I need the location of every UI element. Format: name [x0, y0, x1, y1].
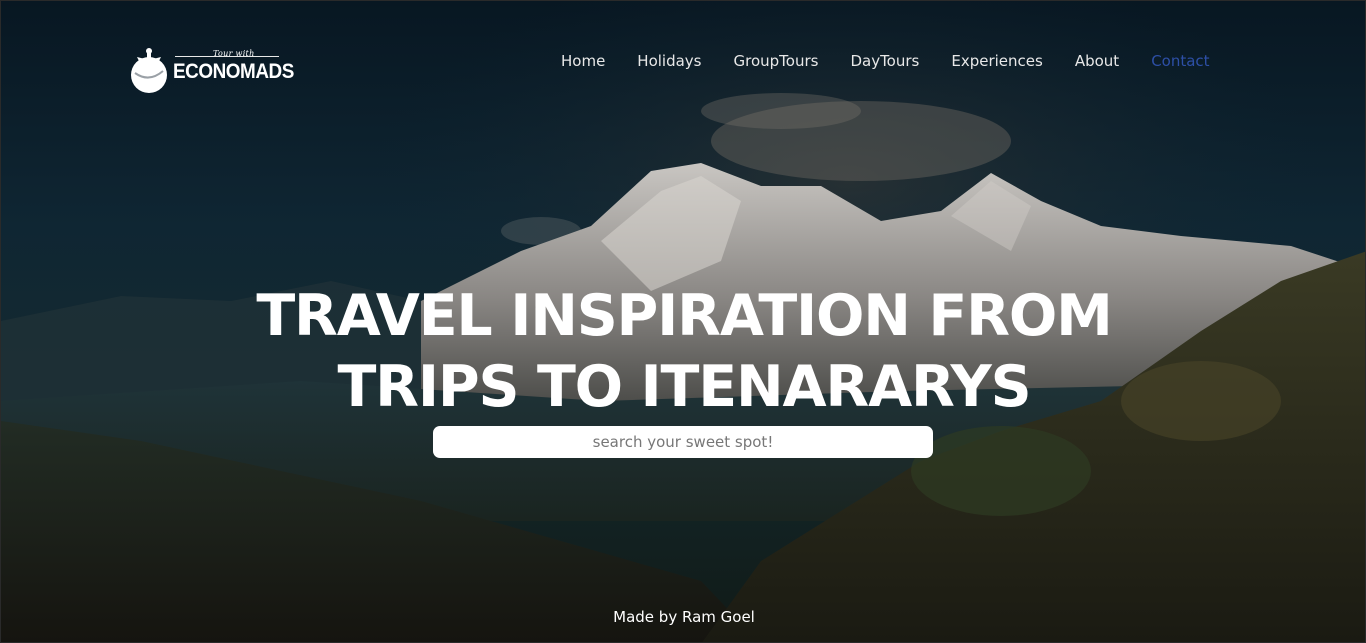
footer-credit: Made by Ram Goel [613, 608, 755, 626]
brand-logo[interactable]: Tour with ECONOMADS [129, 43, 294, 95]
nav-contact[interactable]: Contact [1151, 51, 1209, 71]
nav-experiences[interactable]: Experiences [951, 51, 1042, 71]
nav-day-tours[interactable]: DayTours [850, 51, 919, 71]
search-input[interactable] [433, 426, 933, 458]
brand-divider [175, 56, 279, 57]
hero-headline-line-2: TRIPS TO ITENARARYS [337, 354, 1032, 420]
hero-section: Tour with ECONOMADS Home Holidays GroupT… [0, 0, 1366, 643]
hero-headline-line-1: TRAVEL INSPIRATION FROM [256, 283, 1112, 349]
brand-name: ECONOMADS [173, 60, 294, 83]
main-nav: Home Holidays GroupTours DayTours Experi… [561, 51, 1210, 71]
nav-about[interactable]: About [1075, 51, 1119, 71]
nav-holidays[interactable]: Holidays [637, 51, 701, 71]
nav-group-tours[interactable]: GroupTours [734, 51, 819, 71]
nav-home[interactable]: Home [561, 51, 605, 71]
globe-traveler-icon [131, 48, 167, 93]
hero-headline: TRAVEL INSPIRATION FROM TRIPS TO ITENARA… [1, 281, 1365, 423]
